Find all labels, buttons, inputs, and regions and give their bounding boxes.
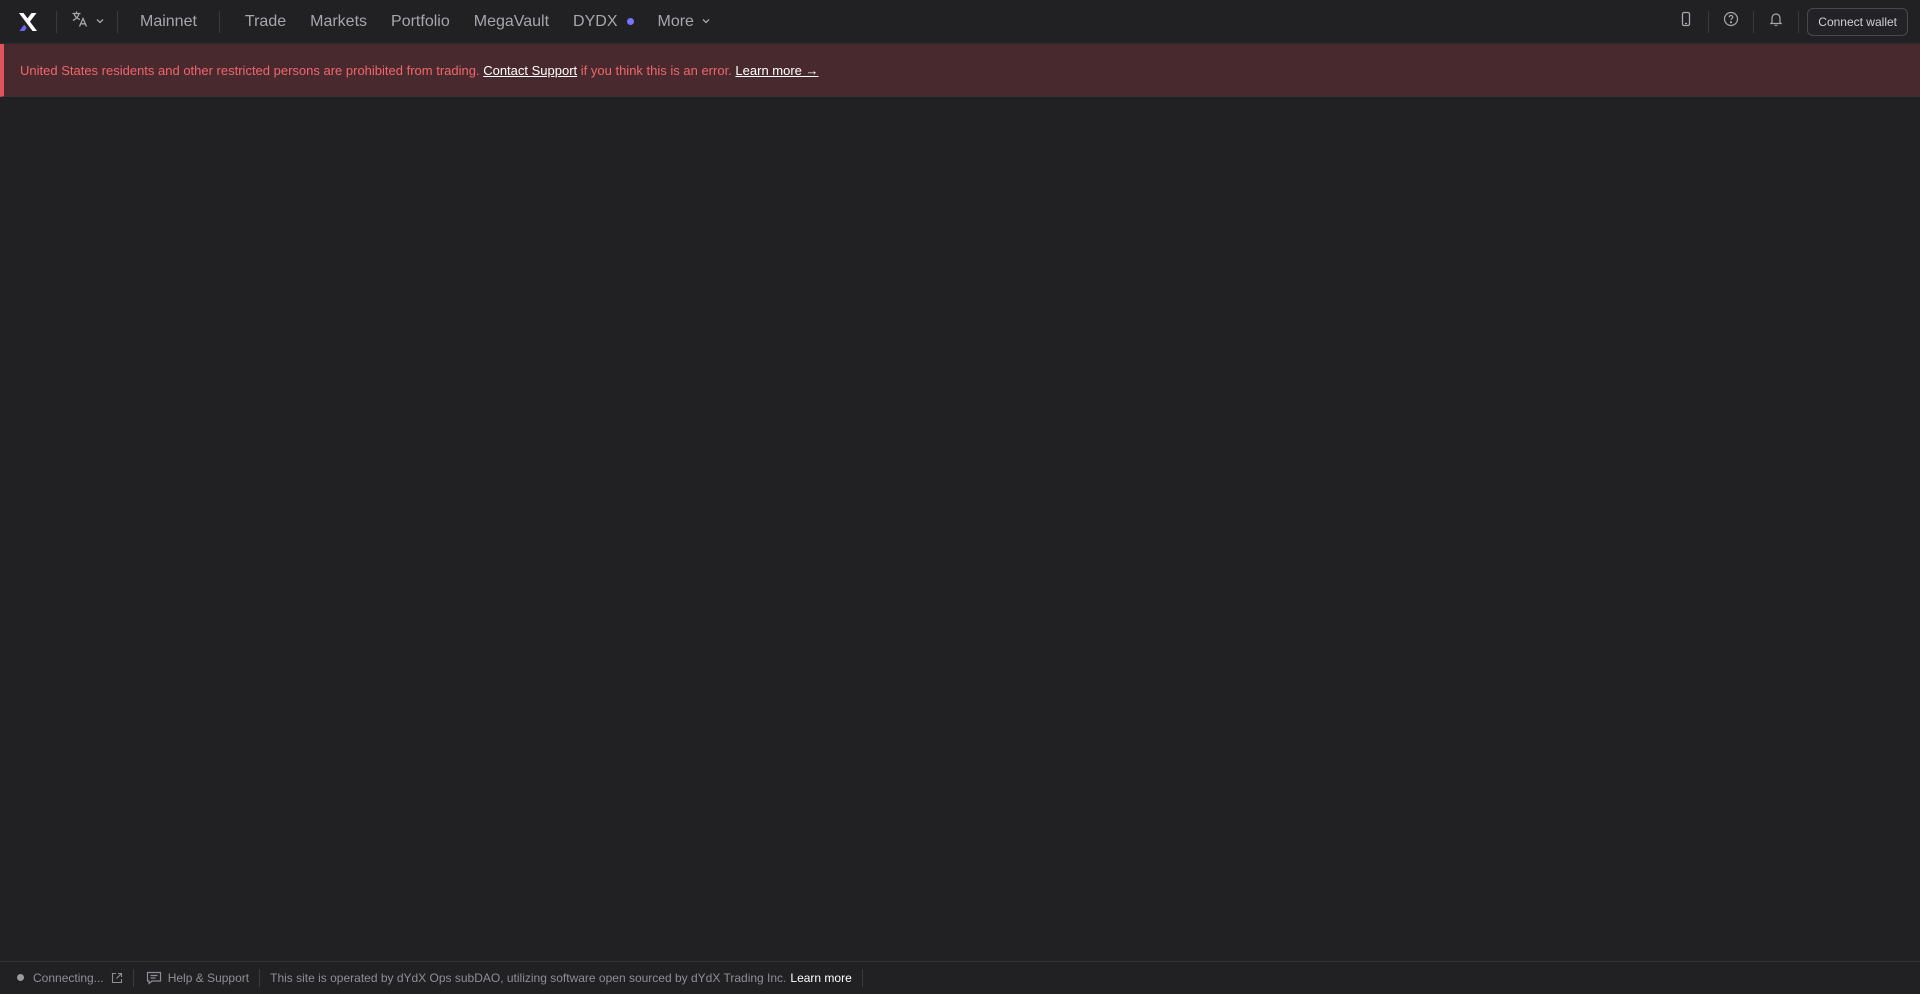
translate-icon [71,10,89,33]
nav-portfolio[interactable]: Portfolio [379,0,462,44]
footer-learn-more-link[interactable]: Learn more [790,971,851,985]
new-indicator-dot [627,18,634,25]
nav-more[interactable]: More [646,0,723,44]
main-content-area [0,98,1920,960]
contact-support-link[interactable]: Contact Support [483,63,577,78]
nav-dydx-label: DYDX [573,13,617,31]
help-button[interactable] [1709,0,1753,44]
nav-markets-label: Markets [310,13,367,31]
external-link-icon [111,972,123,984]
nav-trade[interactable]: Trade [233,0,298,44]
footer-bar: Connecting... Help & Support This site i… [0,961,1920,993]
footer-divider [862,969,863,987]
mobile-phone-icon [1678,11,1694,32]
main-nav: Trade Markets Portfolio MegaVault DYDX M… [233,0,723,44]
nav-dydx[interactable]: DYDX [561,0,645,44]
question-circle-icon [1723,11,1739,32]
language-selector[interactable] [57,0,117,44]
header-actions: Connect wallet [1664,0,1920,44]
network-selector[interactable]: Mainnet [118,0,219,44]
help-support-label: Help & Support [168,971,249,985]
help-support-link[interactable]: Help & Support [134,962,259,994]
status-dot [17,974,24,981]
banner-message: United States residents and other restri… [20,63,480,78]
header-divider [219,11,220,33]
mobile-app-button[interactable] [1664,0,1708,44]
nav-megavault-label: MegaVault [474,13,549,31]
learn-more-link[interactable]: Learn more → [735,63,818,78]
chevron-down-icon [701,13,711,31]
connect-wallet-button[interactable]: Connect wallet [1807,8,1908,36]
nav-more-label: More [658,13,694,31]
connection-status-label: Connecting... [33,971,104,985]
nav-megavault[interactable]: MegaVault [462,0,561,44]
chevron-down-icon [95,13,105,31]
connection-status[interactable]: Connecting... [0,962,133,994]
top-nav-bar: Mainnet Trade Markets Portfolio MegaVaul… [0,0,1920,44]
header-divider [1798,11,1799,33]
chat-bubble-icon [146,971,162,985]
banner-message-suffix: if you think this is an error. [581,63,732,78]
restriction-banner: United States residents and other restri… [0,44,1920,97]
nav-trade-label: Trade [245,13,286,31]
dydx-logo-icon[interactable] [0,0,56,44]
notifications-button[interactable] [1754,0,1798,44]
bell-icon [1768,11,1784,32]
operated-by-notice: This site is operated by dYdX Ops subDAO… [260,962,862,994]
nav-portfolio-label: Portfolio [391,13,450,31]
operated-by-text: This site is operated by dYdX Ops subDAO… [270,971,786,985]
nav-markets[interactable]: Markets [298,0,379,44]
